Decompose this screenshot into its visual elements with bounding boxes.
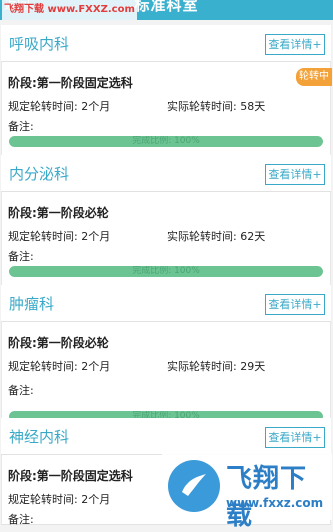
actual-duration: 实际轮转时间: 62天 [167,230,266,243]
watermark-url: www.fxxz.com [226,496,324,510]
planned-duration: 规定轮转时间: 2个月 [8,230,111,243]
stage-text: 阶段:第一阶段固定选科 [8,469,133,483]
planned-duration: 规定轮转时间: 2个月 [8,493,111,506]
status-badge: 轮转中 [296,68,332,86]
card-header: 内分泌科 查看详情+ [1,155,331,192]
stage-text: 阶段:第一阶段固定选科 [8,76,133,90]
watermark-logo: 飞翔下载 www.fxxz.com [162,454,332,531]
bird-icon [168,460,220,512]
actual-duration: 实际轮转时间: 29天 [167,360,266,373]
note-label: 备注: [8,384,34,397]
stage-text: 阶段:第一阶段必轮 [8,206,109,220]
department-name: 内分泌科 [9,165,70,183]
view-details-button[interactable]: 查看详情+ [265,294,325,315]
view-details-button[interactable]: 查看详情+ [265,427,325,448]
stage-text: 阶段:第一阶段必轮 [8,336,109,350]
progress-text: 完成比例: 100% [132,136,200,146]
progress-text: 完成比例: 100% [132,266,200,276]
card-header: 神经内科 查看详情+ [1,418,331,455]
view-details-button[interactable]: 查看详情+ [265,34,325,55]
actual-duration: 实际轮转时间: 58天 [167,100,266,113]
note-label: 备注: [8,250,34,263]
progress-bar: 完成比例: 100% [9,136,323,147]
watermark-text: 飞翔下载 www.FXXZ.com [2,0,137,20]
department-name: 肿瘤科 [9,295,55,313]
note-label: 备注: [8,513,34,526]
department-card: 内分泌科 查看详情+ 阶段:第一阶段必轮 规定轮转时间: 2个月 实际轮转时间:… [1,155,331,306]
view-details-button[interactable]: 查看详情+ [265,164,325,185]
top-bar: 返回 标准科室 飞翔下载 www.FXXZ.com [0,0,333,20]
department-card: 呼吸内科 查看详情+ 轮转中 阶段:第一阶段固定选科 规定轮转时间: 2个月 实… [1,25,332,176]
card-header: 呼吸内科 查看详情+ [1,25,331,62]
department-name: 神经内科 [9,428,70,446]
watermark-logo-text: 飞翔下载 [226,464,308,531]
department-name: 呼吸内科 [9,35,70,53]
note-label: 备注: [8,120,34,133]
planned-duration: 规定轮转时间: 2个月 [8,360,111,373]
card-header: 肿瘤科 查看详情+ [1,285,331,322]
progress-bar: 完成比例: 100% [9,266,323,277]
planned-duration: 规定轮转时间: 2个月 [8,100,111,113]
